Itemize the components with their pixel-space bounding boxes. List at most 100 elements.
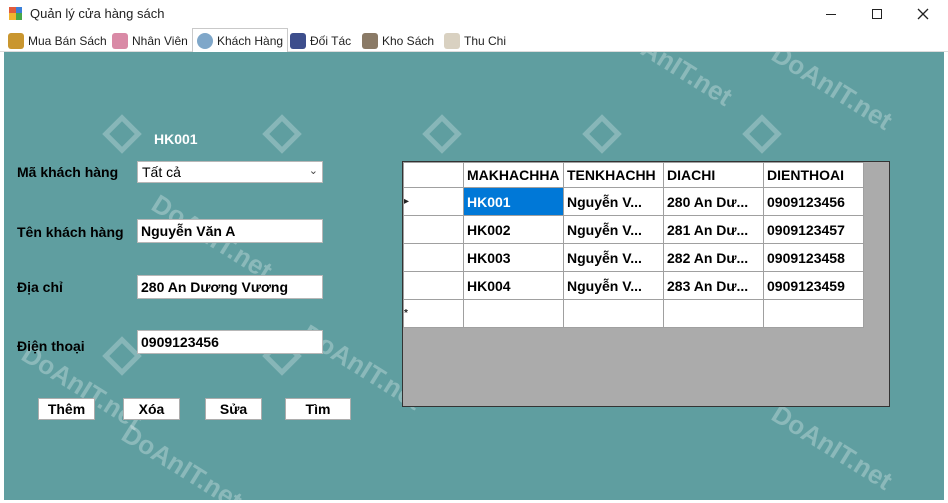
title-bar: Quản lý cửa hàng sách (0, 0, 948, 28)
table-row[interactable]: HK002 Nguyễn V... 281 An Dư... 090912345… (403, 215, 864, 244)
table-cell[interactable]: Nguyễn V... (563, 271, 664, 300)
warehouse-icon (362, 33, 378, 49)
row-indicator[interactable] (403, 271, 464, 300)
table-row[interactable]: HK003 Nguyễn V... 282 An Dư... 090912345… (403, 243, 864, 272)
new-row-indicator[interactable]: * (403, 299, 464, 328)
cell-text: 282 An Dư... (667, 249, 749, 266)
new-row[interactable]: * (403, 299, 864, 328)
xoa-button[interactable]: Xóa (123, 398, 180, 420)
cell-text: HK002 (467, 221, 511, 238)
staff-icon (112, 33, 128, 49)
watermark-text: DoAnIT.net (766, 398, 898, 496)
customer-panel: DoAnIT.net DoAnIT.net DoAnIT.net DoAnIT.… (4, 52, 944, 500)
ma-khach-hang-combobox[interactable]: Tất cả ⌄ (137, 161, 323, 183)
tab-nhan-vien[interactable]: Nhân Viên (108, 30, 192, 52)
watermark-logo-icon (262, 114, 302, 154)
table-cell[interactable]: 0909123456 (763, 187, 864, 216)
dien-thoai-label: Điện thoại (17, 338, 85, 354)
tab-khach-hang[interactable]: Khách Hàng (192, 28, 289, 53)
grid-header-row: MAKHACHHA TENKHACHH DIACHI DIENTHOAI (403, 162, 864, 188)
dien-thoai-input[interactable]: 0909123456 (137, 330, 323, 354)
tab-doi-tac[interactable]: Đối Tác (286, 30, 355, 52)
table-cell[interactable]: 282 An Dư... (663, 243, 764, 272)
combobox-value: Tất cả (142, 164, 181, 180)
partner-icon (290, 33, 306, 49)
sua-button[interactable]: Sửa (205, 398, 262, 420)
ten-khach-hang-label: Tên khách hàng (17, 224, 124, 240)
tab-mua-ban-sach[interactable]: Mua Bán Sách (4, 30, 111, 52)
table-cell[interactable]: 0909123458 (763, 243, 864, 272)
watermark-logo-icon (422, 114, 462, 154)
watermark-text: DoAnIT.net (606, 52, 738, 112)
table-cell[interactable] (563, 299, 664, 328)
column-header[interactable]: TENKHACHH (563, 162, 664, 188)
cell-text: 0909123456 (767, 193, 845, 210)
close-button[interactable] (900, 0, 946, 28)
table-cell[interactable]: Nguyễn V... (563, 215, 664, 244)
cell-text: HK003 (467, 249, 511, 266)
ma-khach-hang-label: Mã khách hàng (17, 164, 119, 180)
table-cell[interactable]: HK001 (463, 187, 564, 216)
table-cell[interactable]: 0909123459 (763, 271, 864, 300)
cell-text: HK001 (467, 193, 511, 210)
minimize-icon (826, 13, 836, 15)
column-header[interactable]: DIACHI (663, 162, 764, 188)
watermark-logo-icon (742, 114, 782, 154)
tim-button[interactable]: Tìm (285, 398, 351, 420)
tab-label: Kho Sách (382, 34, 435, 48)
table-row[interactable]: HK004 Nguyễn V... 283 An Dư... 090912345… (403, 271, 864, 300)
tab-label: Khách Hàng (217, 34, 284, 48)
dia-chi-label: Địa chỉ (17, 279, 63, 295)
column-header[interactable]: MAKHACHHA (463, 162, 564, 188)
column-header[interactable]: DIENTHOAI (763, 162, 864, 188)
tab-kho-sach[interactable]: Kho Sách (358, 30, 438, 52)
tab-strip: Mua Bán Sách Nhân Viên Khách Hàng Đối Tá… (0, 28, 948, 53)
cell-text: 0909123459 (767, 277, 845, 294)
table-cell[interactable]: 283 An Dư... (663, 271, 764, 300)
chevron-down-icon[interactable]: ⌄ (309, 164, 318, 177)
table-row[interactable]: ▸ HK001 Nguyễn V... 280 An Dư... 0909123… (403, 187, 864, 216)
row-indicator[interactable]: ▸ (403, 187, 464, 216)
cell-text: 281 An Dư... (667, 221, 749, 238)
table-cell[interactable]: Nguyễn V... (563, 187, 664, 216)
table-cell[interactable]: HK003 (463, 243, 564, 272)
ten-khach-hang-input[interactable]: Nguyễn Văn A (137, 219, 323, 243)
customer-id-display: HK001 (154, 131, 198, 147)
tab-label: Mua Bán Sách (28, 34, 107, 48)
row-indicator[interactable] (403, 243, 464, 272)
cell-text: Nguyễn V... (567, 277, 642, 294)
table-cell[interactable] (763, 299, 864, 328)
dia-chi-input[interactable]: 280 An Dương Vương (137, 275, 323, 299)
cell-text: Nguyễn V... (567, 221, 642, 238)
finance-icon (444, 33, 460, 49)
cell-text: Nguyễn V... (567, 249, 642, 266)
minimize-button[interactable] (808, 0, 854, 28)
watermark-logo-icon (102, 336, 142, 376)
them-button[interactable]: Thêm (38, 398, 95, 420)
watermark-text: DoAnIT.net (116, 418, 248, 500)
grid-table: MAKHACHHA TENKHACHH DIACHI DIENTHOAI ▸ H… (403, 162, 864, 328)
table-cell[interactable]: 281 An Dư... (663, 215, 764, 244)
table-cell[interactable] (663, 299, 764, 328)
table-cell[interactable]: Nguyễn V... (563, 243, 664, 272)
table-cell[interactable]: HK002 (463, 215, 564, 244)
customer-data-grid[interactable]: MAKHACHHA TENKHACHH DIACHI DIENTHOAI ▸ H… (402, 161, 890, 407)
customer-icon (197, 33, 213, 49)
maximize-icon (872, 9, 882, 19)
maximize-button[interactable] (854, 0, 900, 28)
watermark-text: DoAnIT.net (766, 52, 898, 136)
window-title: Quản lý cửa hàng sách (30, 6, 165, 21)
tab-label: Nhân Viên (132, 34, 188, 48)
tab-label: Thu Chi (464, 34, 507, 48)
tab-label: Đối Tác (310, 34, 352, 48)
table-cell[interactable]: 280 An Dư... (663, 187, 764, 216)
table-cell[interactable]: 0909123457 (763, 215, 864, 244)
table-cell[interactable] (463, 299, 564, 328)
book-money-icon (8, 33, 24, 49)
watermark-logo-icon (102, 114, 142, 154)
tab-thu-chi[interactable]: Thu Chi (440, 30, 510, 52)
cell-text: Nguyễn V... (567, 193, 642, 210)
table-cell[interactable]: HK004 (463, 271, 564, 300)
row-indicator[interactable] (403, 215, 464, 244)
cell-text: HK004 (467, 277, 511, 294)
